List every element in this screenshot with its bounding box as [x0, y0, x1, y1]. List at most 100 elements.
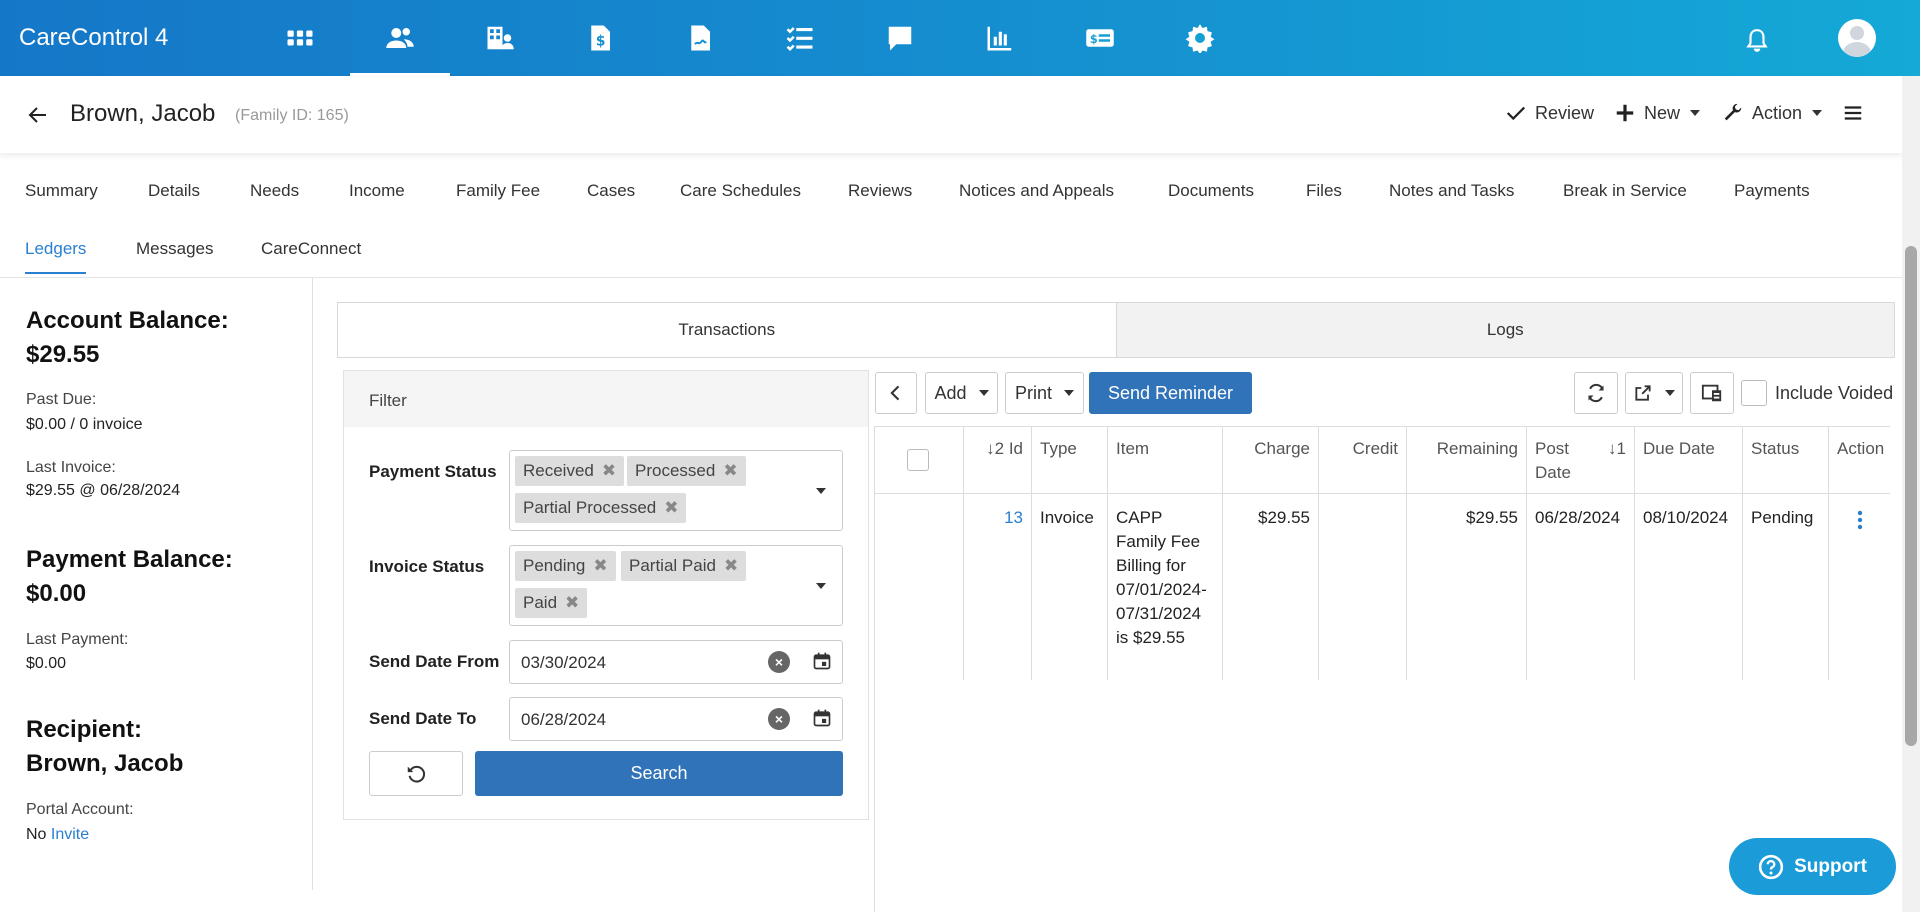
recipient-value: Brown, Jacob: [26, 750, 184, 777]
tab-details[interactable]: Details: [148, 181, 200, 201]
tab-income[interactable]: Income: [349, 181, 405, 201]
chip-label: Pending: [523, 556, 586, 575]
settings-icon[interactable]: [1150, 0, 1250, 76]
payment-status-select[interactable]: Received ✖ Processed ✖ Partial Processed ✖: [509, 450, 843, 531]
caret-down-icon[interactable]: [816, 583, 826, 589]
messages-icon[interactable]: [850, 0, 950, 76]
caret-down-icon: [1690, 110, 1701, 116]
tab-logs[interactable]: Logs: [1115, 303, 1894, 357]
avatar[interactable]: [1838, 19, 1876, 57]
providers-icon[interactable]: [450, 0, 550, 76]
export-button[interactable]: [1625, 372, 1683, 414]
collapse-filter-button[interactable]: [875, 372, 917, 414]
top-navbar: CareControl 4 $ $: [0, 0, 1920, 76]
filter-panel: Filter Payment Status Received ✖ Processe…: [343, 370, 869, 820]
header-charge[interactable]: Charge: [1223, 426, 1319, 494]
review-button[interactable]: Review: [1505, 102, 1594, 124]
tab-files[interactable]: Files: [1306, 181, 1342, 201]
select-all-checkbox[interactable]: [907, 449, 929, 471]
app-title[interactable]: CareControl 4: [19, 24, 168, 52]
tab-reviews[interactable]: Reviews: [848, 181, 912, 201]
tab-notices-appeals[interactable]: Notices and Appeals: [959, 181, 1114, 201]
post-date-sort: ↓1: [1608, 439, 1626, 458]
tab-documents[interactable]: Documents: [1168, 181, 1254, 201]
header-status[interactable]: Status: [1743, 426, 1829, 494]
remove-chip-icon[interactable]: ✖: [664, 498, 678, 517]
action-button[interactable]: Action: [1722, 102, 1823, 124]
header-due-date[interactable]: Due Date: [1635, 426, 1743, 494]
undo-icon: [407, 765, 426, 782]
search-button[interactable]: Search: [475, 751, 843, 796]
remove-chip-icon[interactable]: ✖: [723, 461, 737, 480]
tasks-icon[interactable]: [750, 0, 850, 76]
page-scrollbar[interactable]: [1902, 76, 1920, 912]
columns-button[interactable]: [1690, 372, 1734, 414]
refresh-button[interactable]: [1574, 372, 1618, 414]
tab-notes-tasks[interactable]: Notes and Tasks: [1389, 181, 1514, 201]
send-date-from-input[interactable]: 03/30/2024 ×: [509, 640, 843, 684]
scrollbar-thumb[interactable]: [1905, 246, 1917, 746]
more-vertical-icon[interactable]: [1848, 508, 1872, 532]
print-button[interactable]: Print: [1005, 372, 1084, 414]
invoice-icon[interactable]: $: [550, 0, 650, 76]
invite-link[interactable]: Invite: [51, 826, 89, 843]
header-post-date[interactable]: Post Date ↓1: [1527, 426, 1635, 494]
calendar-icon[interactable]: [812, 708, 832, 728]
tab-family-fee[interactable]: Family Fee: [456, 181, 540, 201]
hamburger-menu-icon[interactable]: [1842, 102, 1864, 124]
caret-down-icon: [1665, 390, 1675, 396]
send-date-from-value: 03/30/2024: [521, 653, 607, 672]
remove-chip-icon[interactable]: ✖: [602, 461, 616, 480]
past-due-value: $0.00 / 0 invoice: [26, 416, 143, 433]
family-id: (Family ID: 165): [235, 107, 349, 124]
header-remaining[interactable]: Remaining: [1407, 426, 1527, 494]
send-date-to-input[interactable]: 06/28/2024 ×: [509, 697, 843, 741]
back-arrow-icon[interactable]: [26, 103, 50, 127]
remove-chip-icon[interactable]: ✖: [565, 593, 579, 612]
header-credit[interactable]: Credit: [1319, 426, 1407, 494]
reports-icon[interactable]: [950, 0, 1050, 76]
invoice-status-select[interactable]: Pending ✖ Partial Paid ✖ Paid ✖: [509, 545, 843, 626]
send-reminder-button[interactable]: Send Reminder: [1089, 372, 1252, 414]
action-label: Action: [1752, 102, 1803, 123]
tab-needs[interactable]: Needs: [250, 181, 299, 201]
apps-grid-icon[interactable]: [250, 0, 350, 76]
tab-cases[interactable]: Cases: [587, 181, 635, 201]
add-button[interactable]: Add: [925, 372, 998, 414]
tab-break-in-service[interactable]: Break in Service: [1563, 181, 1687, 201]
reset-button[interactable]: [369, 751, 463, 796]
include-voided-checkbox[interactable]: [1741, 380, 1767, 406]
tab-care-schedules[interactable]: Care Schedules: [680, 181, 801, 201]
caret-down-icon[interactable]: [816, 488, 826, 494]
last-invoice-label: Last Invoice:: [26, 459, 116, 476]
new-button[interactable]: New: [1614, 102, 1701, 124]
page-header: Brown, Jacob (Family ID: 165) Review New…: [0, 76, 1902, 153]
cell-credit: [1319, 494, 1407, 680]
cell-id-link[interactable]: 13: [964, 494, 1032, 680]
tab-transactions[interactable]: Transactions: [338, 303, 1116, 357]
clear-icon[interactable]: ×: [768, 708, 790, 730]
tab-summary[interactable]: Summary: [25, 181, 98, 201]
tab-careconnect[interactable]: CareConnect: [261, 239, 361, 259]
chip-received: Received ✖: [515, 456, 625, 486]
remove-chip-icon[interactable]: ✖: [593, 556, 607, 575]
invoice-status-label: Invoice Status: [369, 557, 485, 576]
chip-paid: Paid ✖: [515, 588, 588, 618]
payments-icon[interactable]: $: [1050, 0, 1150, 76]
cell-remaining: $29.55: [1407, 494, 1527, 680]
tab-messages[interactable]: Messages: [136, 239, 213, 259]
header-item[interactable]: Item: [1108, 426, 1223, 494]
support-button[interactable]: Support: [1729, 838, 1896, 895]
tab-payments[interactable]: Payments: [1734, 181, 1810, 201]
refresh-icon: [1588, 383, 1604, 403]
calendar-icon[interactable]: [812, 651, 832, 671]
bell-icon[interactable]: [1740, 24, 1774, 58]
remove-chip-icon[interactable]: ✖: [724, 556, 738, 575]
clear-icon[interactable]: ×: [768, 651, 790, 673]
contract-icon[interactable]: [650, 0, 750, 76]
header-id[interactable]: ↓2 Id: [964, 426, 1032, 494]
tab-ledgers[interactable]: Ledgers: [25, 239, 87, 274]
header-type[interactable]: Type: [1032, 426, 1108, 494]
chip-label: Processed: [635, 461, 716, 480]
people-icon[interactable]: [350, 0, 450, 76]
